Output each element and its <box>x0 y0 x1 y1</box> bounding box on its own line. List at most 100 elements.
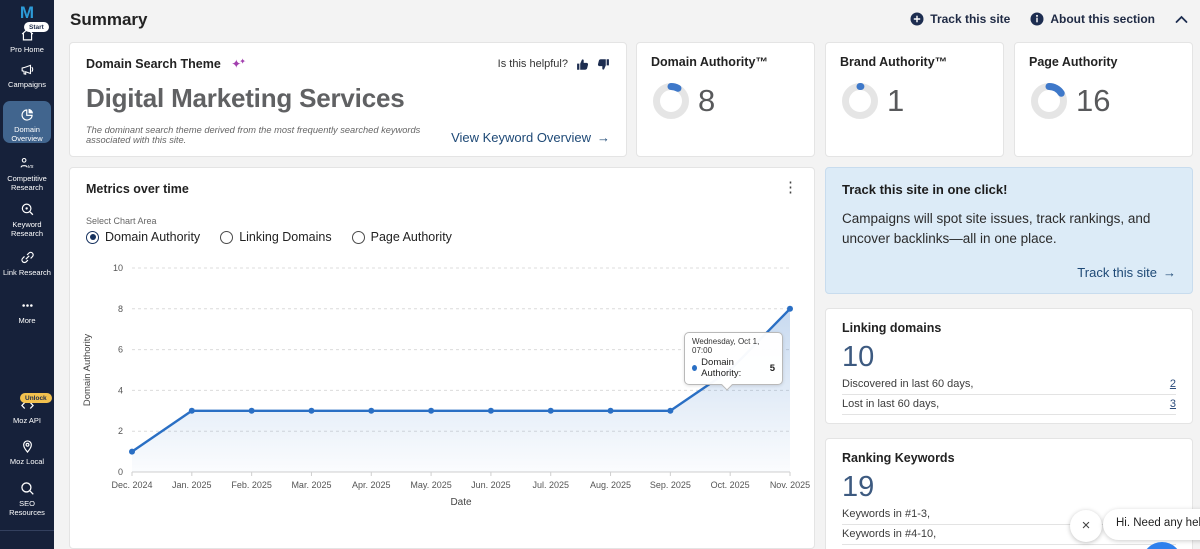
radio-linking-domains[interactable]: Linking Domains <box>220 230 331 244</box>
thumb-down-icon[interactable] <box>597 58 610 71</box>
track-site-promo-card: Track this site in one click! Campaigns … <box>825 167 1193 294</box>
sidebar-item-campaigns[interactable]: Campaigns <box>0 62 54 89</box>
svg-text:0: 0 <box>118 467 123 477</box>
svg-text:Nov. 2025: Nov. 2025 <box>770 480 810 490</box>
radio-page-authority[interactable]: Page Authority <box>352 230 452 244</box>
svg-text:4: 4 <box>118 385 123 395</box>
svg-text:Domain Authority: Domain Authority <box>82 334 93 407</box>
linking-domains-row: Discovered in last 60 days,2 <box>842 375 1176 395</box>
app-root: M Pro HomeStart Campaigns Domain Overview v… <box>0 0 1200 549</box>
plus-circle-icon <box>910 12 924 26</box>
radio-circle-icon <box>86 231 99 244</box>
sidebar-item-more[interactable]: More <box>0 298 54 325</box>
radio-domain-authority[interactable]: Domain Authority <box>86 230 200 244</box>
chart-tooltip: Wednesday, Oct 1, 07:00 Domain Authority… <box>684 332 783 385</box>
ranking-keywords-total: 19 <box>842 471 1176 503</box>
pie-chart-icon <box>3 107 51 123</box>
ellipsis-icon <box>0 298 54 314</box>
track-this-site-label: Track this site <box>930 12 1010 26</box>
svg-text:Apr. 2025: Apr. 2025 <box>352 480 391 490</box>
arrow-right-icon: → <box>1163 265 1176 280</box>
chat-message-bubble[interactable]: Hi. Need any help? <box>1103 509 1200 540</box>
linking-domains-value-link[interactable]: 3 <box>1170 398 1176 410</box>
svg-text:Oct. 2025: Oct. 2025 <box>711 480 750 490</box>
chain-link-icon <box>0 250 54 266</box>
linking-domains-total: 10 <box>842 341 1176 373</box>
moz-logo[interactable]: M <box>0 3 54 23</box>
domain-search-theme-card: Domain Search Theme ✦✦ Is this helpful? … <box>69 42 627 157</box>
svg-text:Jun. 2025: Jun. 2025 <box>471 480 511 490</box>
svg-text:Aug. 2025: Aug. 2025 <box>590 480 631 490</box>
theme-caption: The dominant search theme derived from t… <box>86 125 451 145</box>
svg-text:Dec. 2024: Dec. 2024 <box>111 480 152 490</box>
unlock-badge: Unlock <box>20 393 52 403</box>
select-chart-area-label: Select Chart Area <box>86 216 157 226</box>
track-card-body: Campaigns will spot site issues, track r… <box>842 209 1176 248</box>
series-dot-icon <box>692 365 697 371</box>
megaphone-icon <box>0 62 54 78</box>
linking-domains-title: Linking domains <box>842 321 1176 335</box>
track-this-site-link[interactable]: Track this site→ <box>1077 265 1176 280</box>
svg-text:2: 2 <box>118 426 123 436</box>
ranking-keywords-title: Ranking Keywords <box>842 451 1176 465</box>
arrow-right-icon: → <box>597 130 610 145</box>
svg-text:May. 2025: May. 2025 <box>410 480 451 490</box>
brand-authority-card: Brand Authority™ 1 <box>825 42 1004 157</box>
header-actions: Track this site About this section <box>910 12 1188 26</box>
brand-authority-donut <box>840 81 880 121</box>
vs-person-icon: vs <box>0 156 54 172</box>
thumb-up-icon[interactable] <box>576 58 589 71</box>
kebab-menu-icon[interactable]: ⋮ <box>783 180 798 195</box>
svg-text:Jul. 2025: Jul. 2025 <box>532 480 569 490</box>
info-circle-icon <box>1030 12 1044 26</box>
sidebar-item-link-research[interactable]: Link Research <box>0 250 54 277</box>
about-this-section-button[interactable]: About this section <box>1030 12 1155 26</box>
svg-text:Jan. 2025: Jan. 2025 <box>172 480 212 490</box>
radio-circle-icon <box>352 231 365 244</box>
domain-authority-card: Domain Authority™ 8 <box>636 42 815 157</box>
sidebar-item-pro-home[interactable]: Pro HomeStart <box>0 27 54 54</box>
about-this-section-label: About this section <box>1050 12 1155 26</box>
domain-authority-donut <box>651 81 691 121</box>
track-card-title: Track this site in one click! <box>842 182 1176 197</box>
linking-domains-card: Linking domains 10 Discovered in last 60… <box>825 308 1193 424</box>
map-pin-icon <box>0 439 54 455</box>
brand-authority-label: Brand Authority™ <box>840 55 989 69</box>
metrics-title: Metrics over time <box>86 182 189 196</box>
domain-search-theme-value: Digital Marketing Services <box>86 83 610 114</box>
domain-authority-label: Domain Authority™ <box>651 55 800 69</box>
svg-text:Feb. 2025: Feb. 2025 <box>231 480 272 490</box>
page-authority-card: Page Authority 16 <box>1014 42 1193 157</box>
theme-card-title: Domain Search Theme <box>86 57 221 71</box>
brand-authority-value: 1 <box>887 83 904 119</box>
svg-text:Sep. 2025: Sep. 2025 <box>650 480 691 490</box>
sidebar-item-seo-resources[interactable]: SEO Resources <box>0 481 54 517</box>
radio-circle-icon <box>220 231 233 244</box>
view-keyword-overview-link[interactable]: View Keyword Overview→ <box>451 130 610 145</box>
domain-authority-value: 8 <box>698 83 715 119</box>
linking-domains-value-link[interactable]: 2 <box>1170 378 1176 390</box>
sidebar-item-competitive-research[interactable]: vsCompetitive Research <box>0 156 54 192</box>
sidebar-item-domain-overview[interactable]: Domain Overview <box>3 101 51 143</box>
page-title: Summary <box>70 10 147 30</box>
metrics-chart: 0246810Dec. 2024Jan. 2025Feb. 2025Mar. 2… <box>78 260 818 510</box>
collapse-chevron-icon[interactable] <box>1175 15 1188 24</box>
metrics-over-time-card: Metrics over time ⋮ Select Chart Area Do… <box>69 167 815 549</box>
sidebar: M Pro HomeStart Campaigns Domain Overview v… <box>0 0 54 549</box>
svg-text:6: 6 <box>118 345 123 355</box>
start-badge: Start <box>24 22 49 32</box>
sidebar-item-moz-local[interactable]: Moz Local <box>0 439 54 466</box>
chat-close-button[interactable]: × <box>1070 510 1102 542</box>
page-authority-donut <box>1029 81 1069 121</box>
linking-domains-row: Lost in last 60 days,3 <box>842 395 1176 415</box>
svg-text:Mar. 2025: Mar. 2025 <box>291 480 331 490</box>
ai-sparkles-icon: ✦✦ <box>231 57 244 71</box>
page-authority-label: Page Authority <box>1029 55 1178 69</box>
page-authority-value: 16 <box>1076 83 1110 119</box>
sidebar-item-keyword-research[interactable]: Keyword Research <box>0 202 54 238</box>
svg-text:vs: vs <box>28 164 34 170</box>
track-this-site-button[interactable]: Track this site <box>910 12 1010 26</box>
sidebar-item-moz-api[interactable]: Moz APIUnlock <box>0 398 54 425</box>
chart-area-radio-group: Domain Authority Linking Domains Page Auth… <box>86 230 452 244</box>
svg-text:10: 10 <box>113 263 123 273</box>
